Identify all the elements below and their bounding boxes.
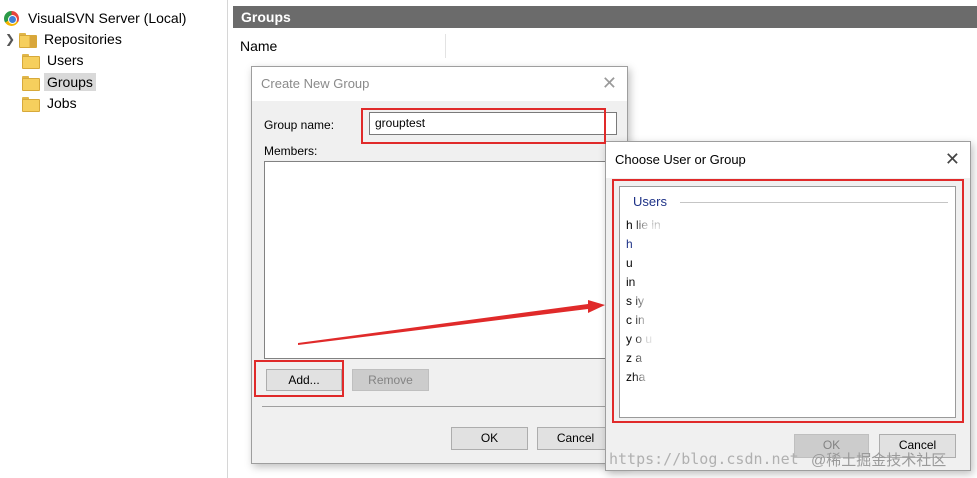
dialog-title: Choose User or Group: [615, 152, 746, 167]
dialog-titlebar: Choose User or Group ✕: [606, 142, 970, 178]
watermark-site: @稀土掘金技术社区: [811, 452, 947, 469]
watermark-url: https://blog.csdn.net: [609, 450, 799, 468]
close-icon[interactable]: ✕: [945, 150, 960, 168]
highlight-users-list: [612, 179, 964, 423]
highlight-group-name: [361, 108, 606, 144]
highlight-add-button: [254, 360, 344, 397]
